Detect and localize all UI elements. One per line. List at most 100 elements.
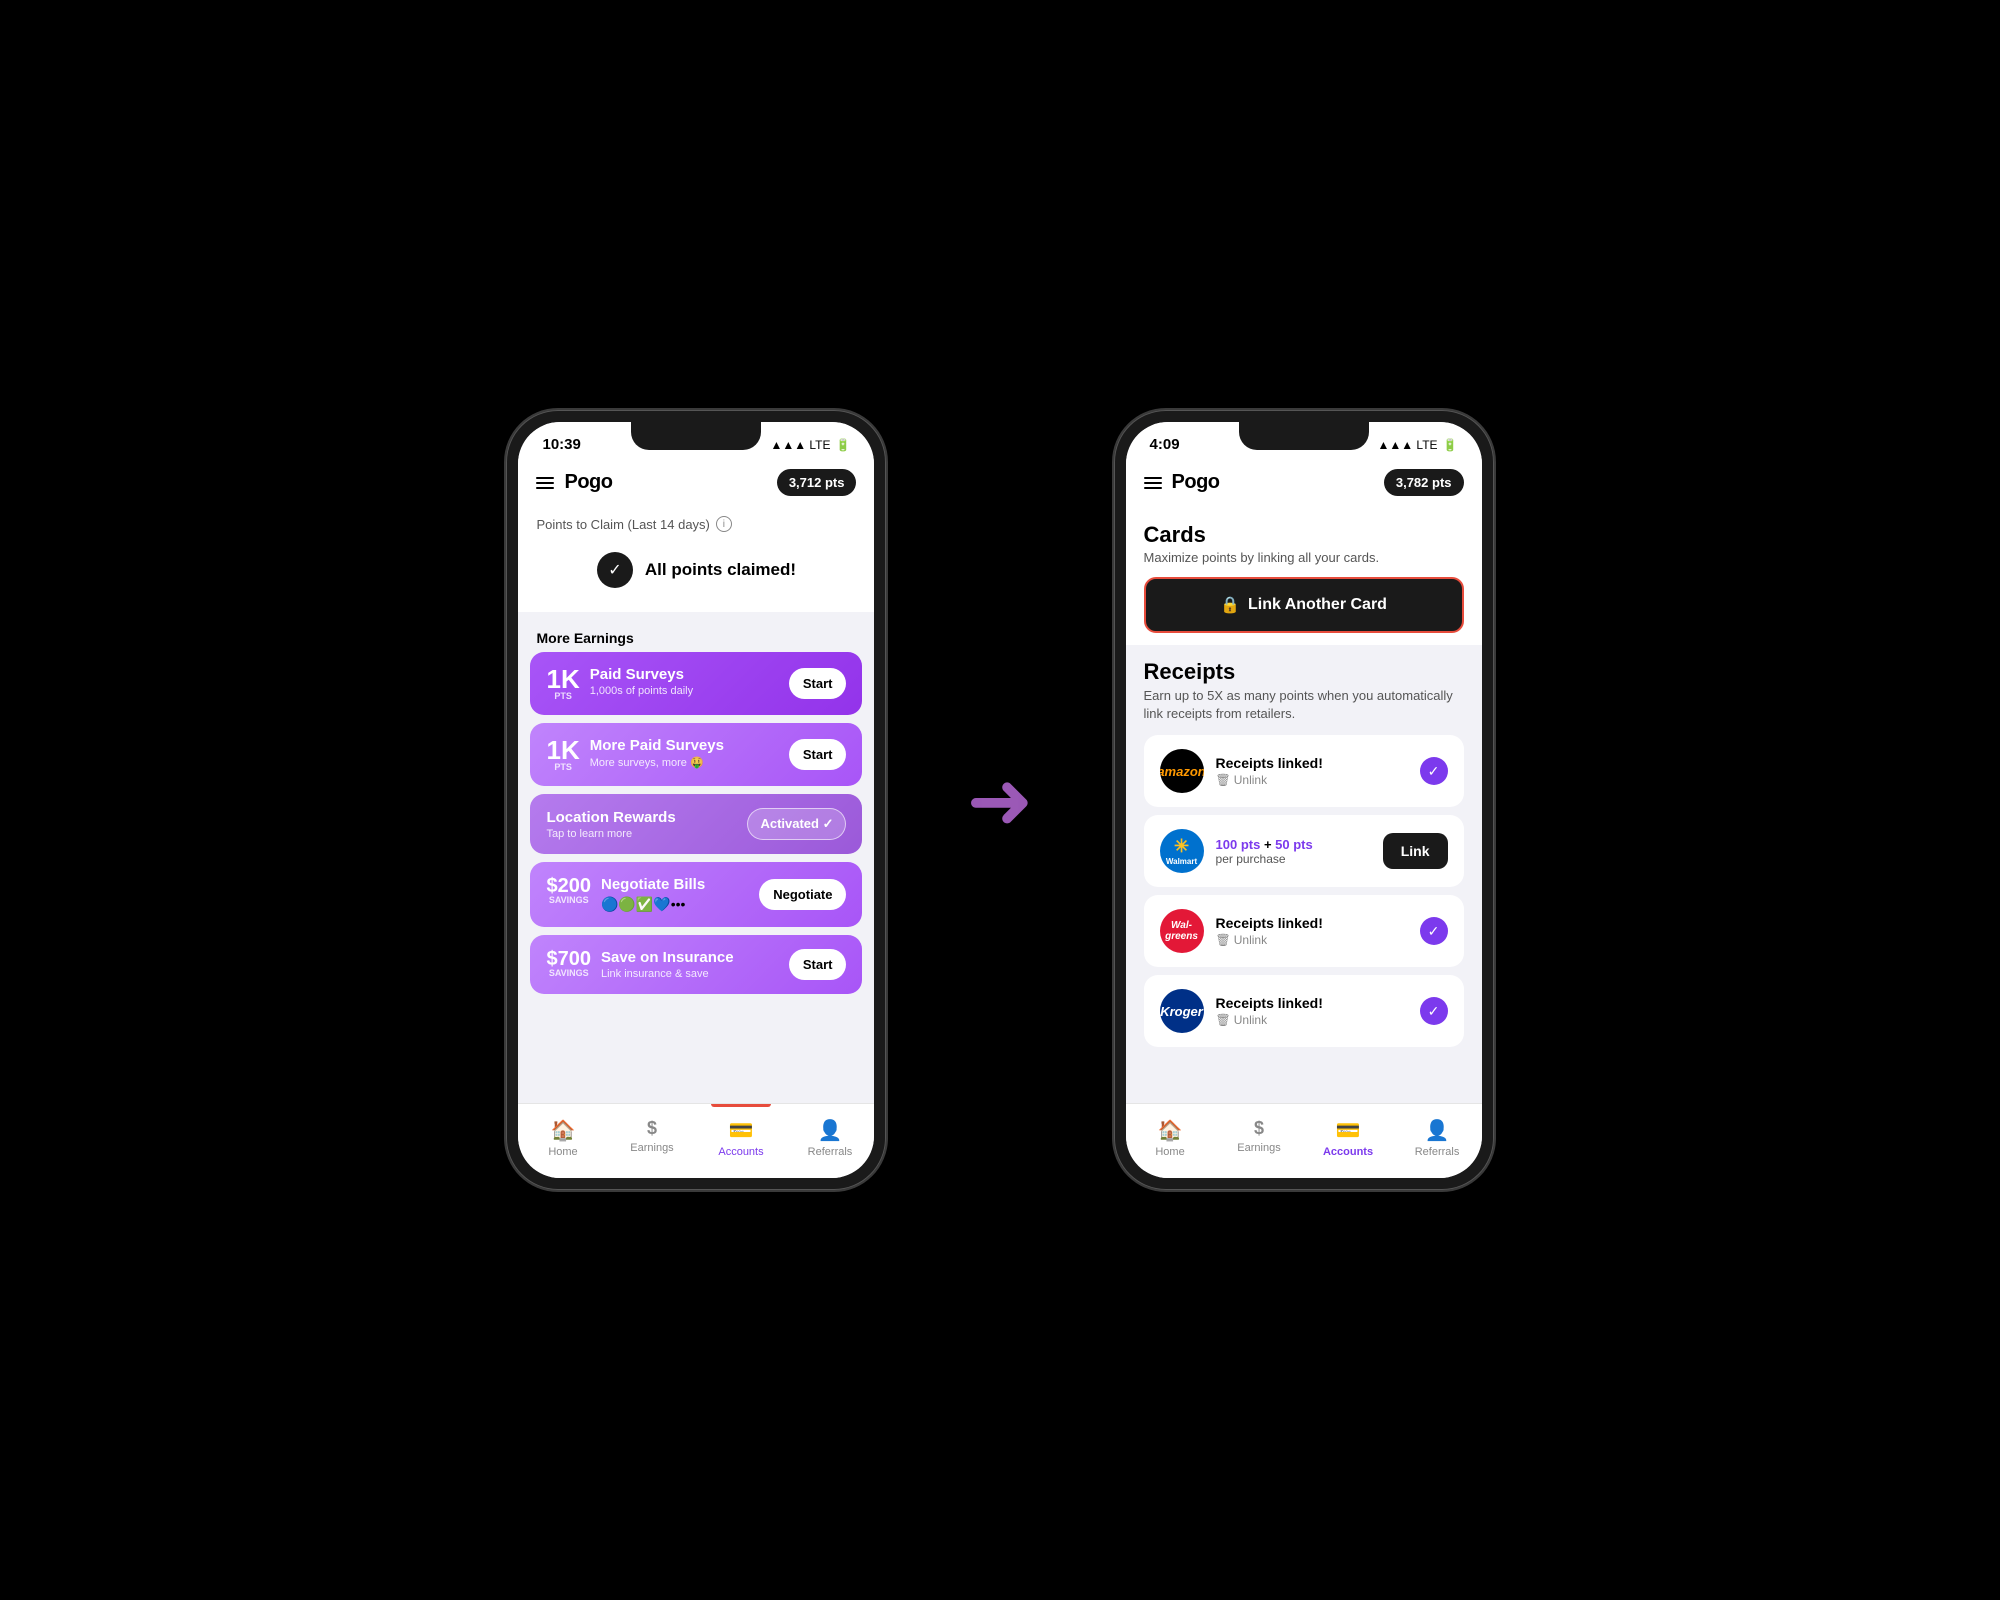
amazon-unlink[interactable]: 🗑 Unlink [1216, 773, 1408, 787]
info-icon: i [716, 516, 732, 532]
accounts-icon-2: 💳 [1336, 1118, 1361, 1143]
arrow-container: ➜ [966, 754, 1033, 847]
walmart-logo: ✳ Walmart [1160, 829, 1204, 873]
phone-2: 4:09 ▲▲▲ LTE 🔋 Pogo 3,782 pts [1114, 410, 1494, 1190]
savings-amount-negotiate: $200SAVINGS [546, 876, 591, 905]
walmart-link-btn[interactable]: Link [1383, 833, 1448, 869]
header-left-1: Pogo [536, 471, 612, 494]
earning-card-more-surveys: 1KPTS More Paid Surveys More surveys, mo… [530, 723, 862, 786]
signal-icon-2: ▲▲▲ LTE [1377, 438, 1437, 452]
earnings-icon-1: $ [647, 1118, 657, 1139]
walmart-per: per purchase [1216, 852, 1371, 866]
cards-section: Cards Maximize points by linking all you… [1126, 506, 1482, 645]
earning-info-surveys: Paid Surveys 1,000s of points daily [590, 666, 693, 697]
nav-referrals-1[interactable]: 👤 Referrals [785, 1114, 874, 1162]
trash-icon-walgreens: 🗑 [1216, 933, 1231, 947]
status-icons-2: ▲▲▲ LTE 🔋 [1377, 438, 1457, 452]
signal-icon-1: ▲▲▲ LTE [770, 438, 830, 452]
earning-info-more-surveys: More Paid Surveys More surveys, more 🤑 [590, 737, 724, 769]
earning-card-insurance: $700SAVINGS Save on Insurance Link insur… [530, 935, 862, 994]
nav-earnings-1[interactable]: $ Earnings [607, 1114, 696, 1162]
start-surveys-btn[interactable]: Start [789, 668, 847, 699]
kroger-status: Receipts linked! [1216, 995, 1408, 1011]
start-more-surveys-btn[interactable]: Start [789, 739, 847, 770]
arrow-icon: ➜ [966, 754, 1033, 847]
earning-left-surveys: 1KPTS Paid Surveys 1,000s of points dail… [546, 666, 693, 701]
receipt-item-kroger: Kroger Receipts linked! 🗑 Unlink ✓ [1144, 975, 1464, 1047]
nav-accounts-2[interactable]: 💳 Accounts [1304, 1114, 1393, 1162]
walgreens-receipt-info: Receipts linked! 🗑 Unlink [1216, 915, 1408, 947]
points-claimed: ✓ All points claimed! [536, 542, 856, 598]
savings-icons: 🔵🟢✅💙••• [601, 896, 705, 913]
claimed-text: All points claimed! [645, 560, 796, 580]
amazon-status: Receipts linked! [1216, 755, 1408, 771]
receipt-item-amazon: amazon Receipts linked! 🗑 Unlink ✓ [1144, 735, 1464, 807]
earning-left-more-surveys: 1KPTS More Paid Surveys More surveys, mo… [546, 737, 723, 772]
walgreens-status: Receipts linked! [1216, 915, 1408, 931]
accounts-label-2: Accounts [1323, 1146, 1373, 1158]
kroger-unlink[interactable]: 🗑 Unlink [1216, 1013, 1408, 1027]
nav-accounts-1[interactable]: 💳 Accounts [696, 1114, 785, 1162]
phone-1: 10:39 ▲▲▲ LTE 🔋 Pogo 3,712 pts [506, 410, 886, 1190]
app-header-2: Pogo 3,782 pts [1126, 459, 1482, 506]
kroger-receipt-info: Receipts linked! 🗑 Unlink [1216, 995, 1408, 1027]
walgreens-logo: Wal-greens [1160, 909, 1204, 953]
app-logo-2: Pogo [1172, 471, 1220, 494]
receipts-subtitle: Earn up to 5X as many points when you au… [1144, 687, 1464, 723]
negotiate-btn[interactable]: Negotiate [759, 879, 846, 910]
notch-1 [631, 422, 761, 450]
home-icon-2: 🏠 [1158, 1118, 1183, 1143]
pts-badge-1: 3,712 pts [777, 469, 857, 496]
status-time-2: 4:09 [1150, 436, 1180, 453]
notch-2 [1239, 422, 1369, 450]
battery-icon-2: 🔋 [1443, 438, 1458, 452]
cards-title: Cards [1144, 522, 1464, 548]
trash-icon-amazon: 🗑 [1216, 773, 1231, 787]
menu-icon-2[interactable] [1144, 477, 1162, 489]
status-time-1: 10:39 [542, 436, 580, 453]
walmart-pts: 100 pts + 50 pts [1216, 837, 1371, 852]
nav-border-accounts [711, 1104, 771, 1107]
earning-info-location: Location Rewards Tap to learn more [546, 809, 675, 840]
receipts-section: Receipts Earn up to 5X as many points wh… [1126, 645, 1482, 1063]
referrals-label-2: Referrals [1415, 1146, 1460, 1158]
start-insurance-btn[interactable]: Start [789, 949, 847, 980]
receipts-title: Receipts [1144, 659, 1464, 685]
bottom-nav-2: 🏠 Home $ Earnings 💳 Accounts 👤 Referrals [1126, 1103, 1482, 1178]
phone-1-screen: 10:39 ▲▲▲ LTE 🔋 Pogo 3,712 pts [518, 422, 874, 1178]
accounts-icon-1: 💳 [729, 1118, 754, 1143]
receipt-item-walmart: ✳ Walmart 100 pts + 50 pts per purchase … [1144, 815, 1464, 887]
nav-earnings-2[interactable]: $ Earnings [1215, 1114, 1304, 1162]
earning-info-insurance: Save on Insurance Link insurance & save [601, 949, 734, 980]
earnings-icon-2: $ [1254, 1118, 1264, 1139]
phone-2-screen: 4:09 ▲▲▲ LTE 🔋 Pogo 3,782 pts [1126, 422, 1482, 1178]
walmart-receipt-info: 100 pts + 50 pts per purchase [1216, 837, 1371, 866]
link-card-label: Link Another Card [1248, 596, 1387, 614]
nav-home-1[interactable]: 🏠 Home [518, 1114, 607, 1162]
home-icon-1: 🏠 [551, 1118, 576, 1143]
walgreens-unlink[interactable]: 🗑 Unlink [1216, 933, 1408, 947]
earning-left-negotiate: $200SAVINGS Negotiate Bills 🔵🟢✅💙••• [546, 876, 705, 913]
battery-icon-1: 🔋 [836, 438, 851, 452]
pts-amount-more: 1KPTS [546, 737, 579, 772]
header-left-2: Pogo [1144, 471, 1220, 494]
nav-referrals-2[interactable]: 👤 Referrals [1393, 1114, 1482, 1162]
points-label: Points to Claim (Last 14 days) i [536, 516, 856, 532]
app-header-1: Pogo 3,712 pts [518, 459, 874, 506]
lock-icon: 🔒 [1220, 595, 1240, 615]
receipt-item-walgreens: Wal-greens Receipts linked! 🗑 Unlink ✓ [1144, 895, 1464, 967]
earning-left-insurance: $700SAVINGS Save on Insurance Link insur… [546, 949, 733, 980]
kroger-logo: Kroger [1160, 989, 1204, 1033]
menu-icon-1[interactable] [536, 477, 554, 489]
nav-home-2[interactable]: 🏠 Home [1126, 1114, 1215, 1162]
activated-btn[interactable]: Activated ✓ [747, 808, 846, 840]
earning-card-negotiate: $200SAVINGS Negotiate Bills 🔵🟢✅💙••• Nego… [530, 862, 862, 927]
amazon-check-badge: ✓ [1420, 757, 1448, 785]
referrals-label-1: Referrals [808, 1146, 853, 1158]
scene: 10:39 ▲▲▲ LTE 🔋 Pogo 3,712 pts [0, 0, 2000, 1600]
link-another-card-btn[interactable]: 🔒 Link Another Card [1144, 577, 1464, 633]
points-section: Points to Claim (Last 14 days) i ✓ All p… [518, 506, 874, 612]
pts-badge-2: 3,782 pts [1384, 469, 1464, 496]
referrals-icon-2: 👤 [1425, 1118, 1450, 1143]
home-label-2: Home [1155, 1146, 1184, 1158]
